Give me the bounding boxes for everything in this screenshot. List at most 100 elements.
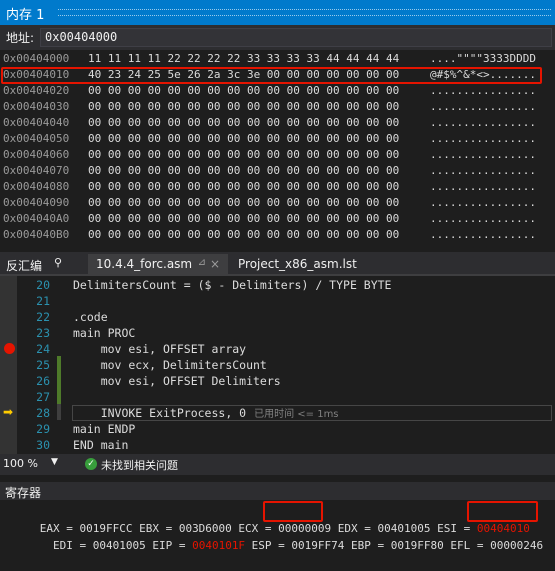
memory-hex-bytes[interactable]: 00 00 00 00 00 00 00 00 00 00 00 00 00 0… [88,195,399,211]
code-text-content: mov esi, OFFSET Delimiters [73,374,281,388]
memory-ascii[interactable]: ................ [430,83,536,99]
pin-icon[interactable]: ⚲ [54,256,62,269]
code-line[interactable]: 21 [0,293,555,309]
memory-ascii[interactable]: ................ [430,99,536,115]
memory-ascii[interactable]: ....""""3333DDDD [430,51,536,67]
tab-forc-asm[interactable]: 10.4.4_forc.asm ⊿ × [88,254,228,276]
memory-row[interactable]: 0x00404040 00 00 00 00 00 00 00 00 00 00 … [0,115,555,131]
close-icon[interactable]: × [210,257,220,271]
code-text[interactable]: END main [73,437,128,453]
code-text-content: main ENDP [73,422,136,436]
registers-panel[interactable]: EAX = 0019FFCC EBX = 003D6000 ECX = 0000… [0,500,555,552]
memory-row[interactable]: 0x00404020 00 00 00 00 00 00 00 00 00 00 … [0,83,555,99]
memory-address: 0x00404070 [3,164,70,177]
code-line[interactable]: 27 [0,389,555,405]
code-line[interactable]: 30 END main [0,437,555,453]
memory-hex-bytes[interactable]: 00 00 00 00 00 00 00 00 00 00 00 00 00 0… [88,179,399,195]
memory-ascii[interactable]: ................ [430,227,536,243]
code-text[interactable]: mov ecx, DelimitersCount [73,357,267,373]
memory-row[interactable]: 0x00404070 00 00 00 00 00 00 00 00 00 00 … [0,163,555,179]
line-number: 27 [36,390,50,404]
tab-label: 10.4.4_forc.asm [96,257,193,271]
tab-pin-icon[interactable]: ⊿ [198,257,206,268]
code-text[interactable]: mov esi, OFFSET Delimiters [73,373,281,389]
chevron-down-icon[interactable]: ▼ [51,457,58,467]
memory-row[interactable]: 0x00404000 11 11 11 11 22 22 22 22 33 33 … [0,51,555,67]
check-icon: ✓ [85,458,97,470]
memory-address: 0x00404030 [3,100,70,113]
memory-address: 0x00404060 [3,148,70,161]
memory-hex-bytes[interactable]: 00 00 00 00 00 00 00 00 00 00 00 00 00 0… [88,131,399,147]
address-input[interactable]: 0x00404000 [40,28,552,47]
line-number: 23 [36,326,50,340]
memory-row[interactable]: 0x00404090 00 00 00 00 00 00 00 00 00 00 … [0,195,555,211]
code-line[interactable]: 28 INVOKE ExitProcess, 0 已用时间 <= 1ms [0,405,555,421]
memory-hex-bytes[interactable]: 00 00 00 00 00 00 00 00 00 00 00 00 00 0… [88,83,399,99]
memory-hex-bytes[interactable]: 00 00 00 00 00 00 00 00 00 00 00 00 00 0… [88,147,399,163]
memory-ascii[interactable]: ................ [430,179,536,195]
issues-status[interactable]: 未找到相关问题 [101,457,178,473]
memory-hex-bytes[interactable]: 00 00 00 00 00 00 00 00 00 00 00 00 00 0… [88,163,399,179]
code-line[interactable]: 22 .code [0,309,555,325]
code-text[interactable]: DelimitersCount = ($ - Delimiters) / TYP… [73,277,392,293]
code-line[interactable]: 23 main PROC [0,325,555,341]
memory-ascii[interactable]: ................ [430,131,536,147]
code-text[interactable]: mov esi, OFFSET array [73,341,246,357]
memory-hex-bytes[interactable]: 00 00 00 00 00 00 00 00 00 00 00 00 00 0… [88,227,399,243]
memory-row[interactable]: 0x004040A0 00 00 00 00 00 00 00 00 00 00 … [0,211,555,227]
elapsed-time-hint: 已用时间 <= 1ms [254,409,339,420]
line-number: 25 [36,358,50,372]
tab-project-lst[interactable]: Project_x86_asm.lst [230,254,365,276]
address-bar: 地址: 0x00404000 [0,25,555,50]
memory-ascii[interactable]: ................ [430,115,536,131]
line-number: 20 [36,278,50,292]
code-line[interactable]: 29 main ENDP [0,421,555,437]
memory-ascii[interactable]: ................ [430,195,536,211]
tab-label: Project_x86_asm.lst [238,257,357,271]
register-eip[interactable]: 0040101F [192,539,245,552]
code-text[interactable]: main ENDP [73,421,135,437]
memory-hex-bytes[interactable]: 11 11 11 11 22 22 22 22 33 33 33 33 44 4… [88,51,399,67]
code-line[interactable]: 25 mov ecx, DelimitersCount [0,357,555,373]
memory-row[interactable]: 0x00404050 00 00 00 00 00 00 00 00 00 00 … [0,131,555,147]
memory-row[interactable]: 0x00404030 00 00 00 00 00 00 00 00 00 00 … [0,99,555,115]
memory-ascii[interactable]: ................ [430,211,536,227]
line-number: 26 [36,374,50,388]
code-text-content: mov esi, OFFSET array [73,342,247,356]
memory-hex-bytes[interactable]: 00 00 00 00 00 00 00 00 00 00 00 00 00 0… [88,115,399,131]
register-text: ESP = 0019FF74 EBP = 0019FF80 EFL = 0000… [245,539,544,552]
code-line[interactable]: 20 DelimitersCount = ($ - Delimiters) / T… [0,277,555,293]
memory-hex-bytes[interactable]: 00 00 00 00 00 00 00 00 00 00 00 00 00 0… [88,99,399,115]
line-number: 22 [36,310,50,324]
code-line[interactable]: 26 mov esi, OFFSET Delimiters [0,373,555,389]
editor-status-bar: 100 % ▼ ✓ 未找到相关问题 [0,454,555,475]
memory-hex-bytes[interactable]: 00 00 00 00 00 00 00 00 00 00 00 00 00 0… [88,211,399,227]
memory-row[interactable]: 0x004040B0 00 00 00 00 00 00 00 00 00 00 … [0,227,555,243]
code-text-content: END main [73,438,129,452]
code-text[interactable]: .code [73,309,108,325]
line-number: 24 [36,342,50,356]
memory-ascii[interactable]: ................ [430,147,536,163]
memory-window-title-bar[interactable]: 内存 1 [0,0,555,25]
code-text-content: main PROC [73,326,136,340]
memory-ascii[interactable]: ................ [430,163,536,179]
memory-row[interactable]: 0x00404080 00 00 00 00 00 00 00 00 00 00 … [0,179,555,195]
code-text-content: INVOKE ExitProcess, 0 [73,406,247,420]
code-editor[interactable]: ➡ 20 DelimitersCount = ($ - Delimiters) /… [0,276,555,454]
memory-row[interactable]: 0x00404060 00 00 00 00 00 00 00 00 00 00 … [0,147,555,163]
memory-address: 0x00404040 [3,116,70,129]
register-text: EDI = 00401005 EIP = [26,539,193,552]
ecx-highlight [263,501,323,522]
registers-title[interactable]: 寄存器 [0,482,555,500]
code-line[interactable]: 24 mov esi, OFFSET array [0,341,555,357]
memory-address: 0x00404080 [3,180,70,193]
zoom-level[interactable]: 100 % [3,457,38,470]
line-number: 30 [36,438,50,452]
editor-tab-bar: 反汇编 ⚲ 10.4.4_forc.asm ⊿ × Project_x86_as… [0,252,555,276]
memory-address: 0x004040A0 [3,212,70,225]
esi-highlight [467,501,538,522]
tab-disassembly[interactable]: 反汇编 [6,257,42,274]
code-text-content: DelimitersCount = ($ - Delimiters) / TYP… [73,278,392,292]
code-text[interactable]: main PROC [73,325,135,341]
address-label: 地址: [6,31,35,45]
